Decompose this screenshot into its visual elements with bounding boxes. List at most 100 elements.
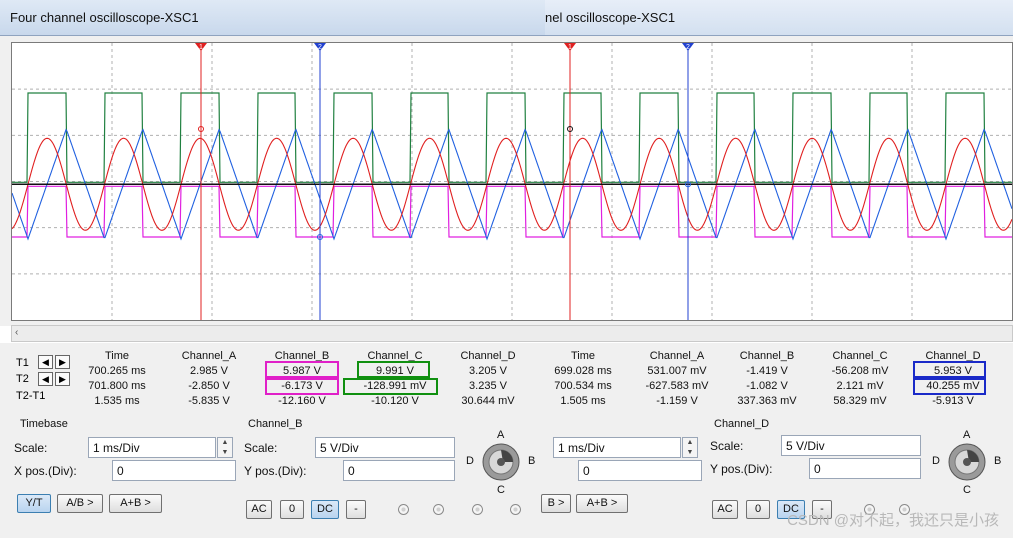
channel-b-scale-input[interactable]: 5 V/Div <box>315 437 455 458</box>
window-title-bar-right[interactable]: nel oscilloscope-XSC1 <box>545 0 1013 36</box>
time-scrollbar[interactable]: ‹ <box>11 325 1013 342</box>
channel-b-radio-2[interactable] <box>433 504 444 515</box>
timebase-group-label: Timebase <box>20 418 68 430</box>
timebase-right-scale-spinner[interactable]: ▲ ▼ <box>682 437 698 458</box>
channel-d-ac-button[interactable]: AC <box>712 500 738 519</box>
readout-value: 1.505 ms <box>560 395 606 407</box>
channel-d-ypos-input[interactable]: 0 <box>809 458 921 479</box>
readout-value: 30.644 mV <box>461 395 515 407</box>
readout-header: Time <box>570 350 596 362</box>
window-title-right: nel oscilloscope-XSC1 <box>545 10 676 25</box>
yt-mode-button[interactable]: Y/T <box>17 494 51 513</box>
cursor-t1-right-marker-label: 1 <box>568 44 572 51</box>
knob-right-label-b: B <box>994 455 1002 467</box>
t1-right-button[interactable]: ▶ <box>55 355 70 369</box>
channel-b-ac-button[interactable]: AC <box>246 500 272 519</box>
t2-right-button[interactable]: ▶ <box>55 372 70 386</box>
timebase-scale-label: Scale: <box>14 441 48 455</box>
readout-header: Channel_B <box>739 350 795 362</box>
channel-b-radio-1[interactable] <box>398 504 409 515</box>
window-title-bar-left[interactable]: Four channel oscilloscope-XSC1 <box>0 0 545 36</box>
oscilloscope-screen[interactable]: 1 2 1 2 <box>11 42 1013 321</box>
readout-header: Channel_C <box>832 350 888 362</box>
channel-d-scale-label: Scale: <box>710 439 744 453</box>
channel-d-ypos-label: Y pos.(Div): <box>710 462 773 476</box>
readout-header: Channel_D <box>460 350 516 362</box>
readout-header: Channel_A <box>649 350 705 362</box>
channel-b-ypos-input[interactable]: 0 <box>343 460 455 481</box>
readout-column: Time 699.028 ms 700.534 ms 1.505 ms <box>538 349 628 409</box>
channel-selector-knob-left[interactable] <box>481 442 521 482</box>
timebase-right-a-plus-b-button[interactable]: A+B > <box>576 494 628 513</box>
readout-value: -1.419 V <box>746 365 788 377</box>
readout-value: 701.800 ms <box>88 380 146 392</box>
channel-d-scale-input[interactable]: 5 V/Div <box>781 435 921 456</box>
readout-value: 1.535 ms <box>94 395 140 407</box>
readout-value: 699.028 ms <box>554 365 612 377</box>
knob-left-label-c: C <box>497 484 505 496</box>
ab-mode-button[interactable]: A/B > <box>57 494 103 513</box>
readout-value: 2.985 V <box>190 365 228 377</box>
readout-column: Channel_A 2.985 V -2.850 V -5.835 V <box>164 349 254 409</box>
readout-value: -56.208 mV <box>831 365 889 377</box>
readout-value: -1.082 V <box>746 380 788 392</box>
timebase-right-scale-input[interactable]: 1 ms/Div <box>553 437 681 458</box>
readout-value: 531.007 mV <box>647 365 707 377</box>
readout-header: Time <box>104 350 130 362</box>
channel-d-group-label: Channel_D <box>714 418 770 430</box>
knob-left-label-d: D <box>466 455 474 467</box>
highlight-b-t1 <box>265 361 339 378</box>
timebase-scale-input[interactable]: 1 ms/Div <box>88 437 216 458</box>
readout-column: Channel_A 531.007 mV -627.583 mV -1.159 V <box>632 349 722 409</box>
highlight-d-t2 <box>913 378 986 395</box>
waveform-plot: 1 2 1 2 <box>12 43 1012 320</box>
highlight-c-t1 <box>357 361 430 378</box>
readout-value: 3.235 V <box>469 380 507 392</box>
readout-header: Channel_A <box>181 350 237 362</box>
row-label-t1: T1 <box>16 357 29 369</box>
timebase-scale-spinner[interactable]: ▲ ▼ <box>217 437 233 458</box>
control-panel: T1 T2 T2-T1 ◀ ▶ ◀ ▶ Time 700.265 ms 701.80… <box>0 343 1013 538</box>
channel-b-zero-button[interactable]: 0 <box>280 500 304 519</box>
readout-value: 700.265 ms <box>88 365 146 377</box>
highlight-d-t1 <box>913 361 986 378</box>
timebase-right-xpos-input[interactable]: 0 <box>578 460 702 481</box>
channel-selector-knob-right[interactable] <box>947 442 987 482</box>
window-title-left: Four channel oscilloscope-XSC1 <box>10 10 199 25</box>
timebase-xpos-label: X pos.(Div): <box>14 464 77 478</box>
readout-value: -1.159 V <box>656 395 698 407</box>
row-label-t2-t1: T2-T1 <box>16 390 46 402</box>
readout-value: -12.160 V <box>278 395 326 407</box>
readout-column: Channel_C -56.208 mV 2.121 mV 58.329 mV <box>815 349 905 409</box>
readout-value: 58.329 mV <box>833 395 887 407</box>
readout-value: -5.835 V <box>188 395 230 407</box>
timebase-xpos-input[interactable]: 0 <box>112 460 236 481</box>
cursor-t1-marker-label: 1 <box>199 44 203 51</box>
readout-value: -2.850 V <box>188 380 230 392</box>
readout-value: 2.121 mV <box>836 380 884 392</box>
readout-value: -5.913 V <box>932 395 974 407</box>
channel-b-radio-3[interactable] <box>472 504 483 515</box>
readout-value: -627.583 mV <box>645 380 709 392</box>
timebase-right-b-button[interactable]: B > <box>541 494 571 513</box>
readout-value: 3.205 V <box>469 365 507 377</box>
channel-d-zero-button[interactable]: 0 <box>746 500 770 519</box>
t2-left-button[interactable]: ◀ <box>38 372 53 386</box>
channel-c-trace <box>12 92 1012 183</box>
channel-b-scale-label: Scale: <box>244 441 278 455</box>
channel-b-ypos-label: Y pos.(Div): <box>244 464 307 478</box>
knob-right-label-c: C <box>963 484 971 496</box>
a-plus-b-mode-button[interactable]: A+B > <box>109 494 162 513</box>
highlight-b-t2 <box>265 378 339 395</box>
readout-value: 337.363 mV <box>737 395 797 407</box>
readout-value: -10.120 V <box>371 395 419 407</box>
readout-column: Channel_D 3.205 V 3.235 V 30.644 mV <box>443 349 533 409</box>
knob-right-label-a: A <box>963 429 971 441</box>
cursor-t2-marker-label: 2 <box>318 44 322 51</box>
t1-left-button[interactable]: ◀ <box>38 355 53 369</box>
channel-b-radio-4[interactable] <box>510 504 521 515</box>
channel-b-invert-button[interactable]: - <box>346 500 366 519</box>
scroll-left-arrow[interactable]: ‹ <box>15 327 18 338</box>
readout-column: Time 700.265 ms 701.800 ms 1.535 ms <box>72 349 162 409</box>
channel-b-dc-button[interactable]: DC <box>311 500 339 519</box>
